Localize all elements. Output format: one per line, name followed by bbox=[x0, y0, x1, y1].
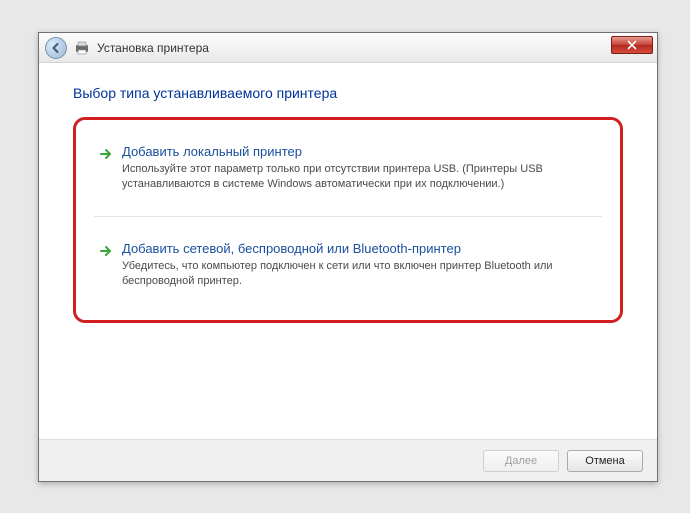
window-title: Установка принтера bbox=[97, 41, 209, 55]
back-arrow-icon bbox=[50, 42, 62, 54]
back-button[interactable] bbox=[45, 37, 67, 59]
printer-icon bbox=[73, 39, 91, 57]
close-icon bbox=[627, 40, 637, 50]
options-highlight: Добавить локальный принтер Используйте э… bbox=[73, 117, 623, 323]
content-area: Выбор типа устанавливаемого принтера Доб… bbox=[39, 63, 657, 323]
next-button: Далее bbox=[483, 450, 559, 472]
cancel-button-label: Отмена bbox=[585, 455, 624, 467]
option-network-printer[interactable]: Добавить сетевой, беспроводной или Bluet… bbox=[90, 233, 606, 303]
option-description: Используйте этот параметр только при отс… bbox=[122, 162, 598, 192]
wizard-window: Установка принтера Выбор типа устанавлив… bbox=[38, 32, 658, 482]
option-title: Добавить локальный принтер bbox=[122, 144, 598, 159]
right-arrow-icon bbox=[98, 146, 114, 162]
separator bbox=[94, 216, 602, 217]
next-button-label: Далее bbox=[505, 455, 537, 467]
close-button[interactable] bbox=[611, 36, 653, 54]
option-local-printer[interactable]: Добавить локальный принтер Используйте э… bbox=[90, 136, 606, 206]
page-heading: Выбор типа устанавливаемого принтера bbox=[73, 85, 623, 101]
option-title: Добавить сетевой, беспроводной или Bluet… bbox=[122, 241, 598, 256]
cancel-button[interactable]: Отмена bbox=[567, 450, 643, 472]
footer: Далее Отмена bbox=[39, 439, 657, 481]
right-arrow-icon bbox=[98, 243, 114, 259]
titlebar: Установка принтера bbox=[39, 33, 657, 63]
option-description: Убедитесь, что компьютер подключен к сет… bbox=[122, 259, 598, 289]
